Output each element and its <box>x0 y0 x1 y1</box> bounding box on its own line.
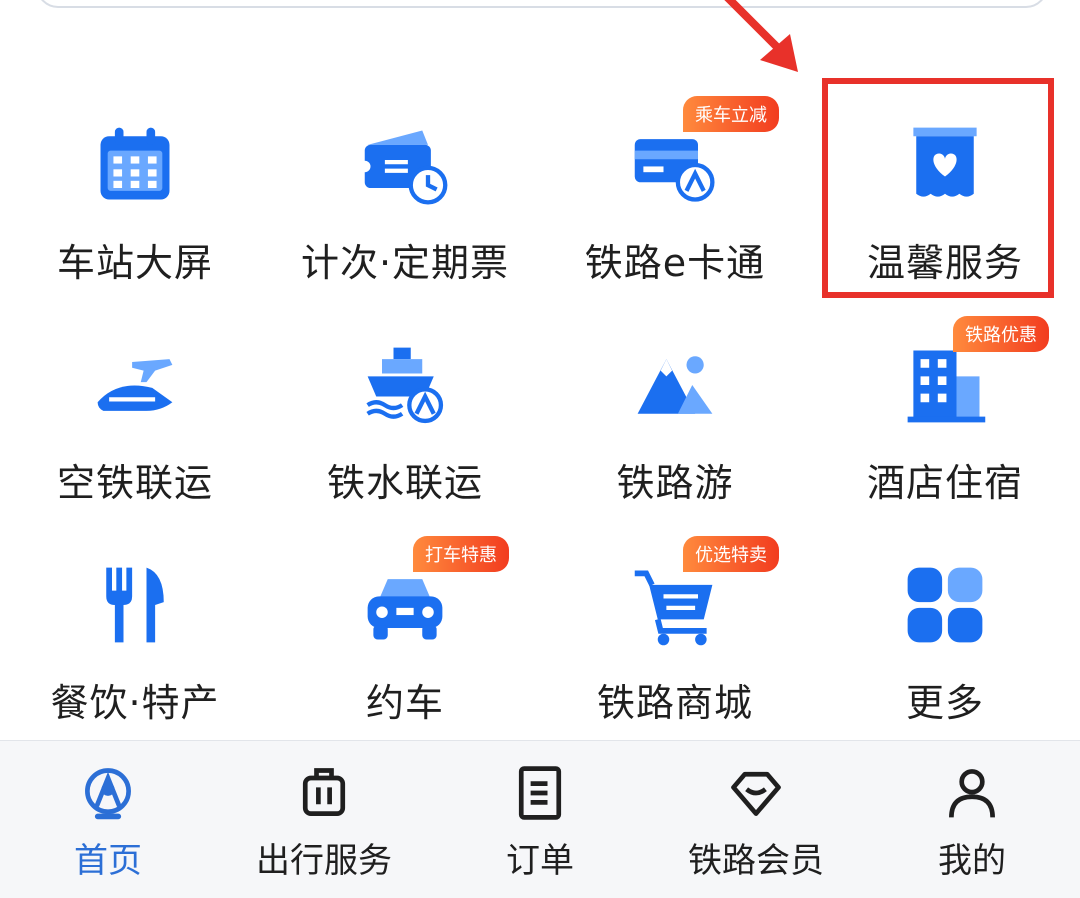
calendar-screen-icon <box>75 110 195 220</box>
tab-travel-service[interactable]: 出行服务 <box>216 763 432 893</box>
card-train-icon: 乘车立减 <box>615 96 779 220</box>
grid-item-car[interactable]: 打车特惠 约车 <box>270 536 540 760</box>
tab-label: 我的 <box>938 841 1006 881</box>
tab-label: 首页 <box>74 841 142 881</box>
grid-item-mall[interactable]: 优选特卖 铁路商城 <box>540 536 810 760</box>
tab-label: 铁路会员 <box>688 841 824 881</box>
pointer-arrow-icon <box>724 0 798 72</box>
grid-item-label: 铁路游 <box>616 461 734 505</box>
bottom-tab-bar: 首页 出行服务 订单 铁路会员 我的 <box>0 740 1080 898</box>
grid-item-label: 计次·定期票 <box>300 241 510 285</box>
highlight-frame <box>822 78 1054 298</box>
tab-label: 订单 <box>506 841 574 881</box>
more-grid-icon <box>885 550 1005 660</box>
mountain-travel-icon <box>615 330 735 440</box>
shopping-cart-icon: 优选特卖 <box>615 536 779 660</box>
grid-item-air-rail[interactable]: 空铁联运 <box>0 320 270 540</box>
diamond-member-icon <box>731 771 781 816</box>
person-icon <box>949 769 995 818</box>
promo-badge: 乘车立减 <box>683 96 779 132</box>
car-icon: 打车特惠 <box>345 536 509 660</box>
ticket-clock-icon <box>345 110 465 220</box>
ship-train-icon <box>345 330 465 440</box>
promo-badge: 优选特卖 <box>683 536 779 572</box>
grid-item-hotel[interactable]: 铁路优惠 酒店住宿 <box>810 316 1080 540</box>
tab-membership[interactable]: 铁路会员 <box>648 763 864 893</box>
grid-item-label: 空铁联运 <box>56 461 213 505</box>
grid-item-label: 铁路e卡通 <box>584 241 766 285</box>
grid-item-label: 更多 <box>905 681 984 725</box>
tab-mine[interactable]: 我的 <box>864 763 1080 893</box>
grid-item-label: 酒店住宿 <box>866 461 1023 505</box>
grid-item-label: 铁水联运 <box>326 461 483 505</box>
luggage-icon <box>302 768 346 816</box>
grid-item-count-ticket[interactable]: 计次·定期票 <box>270 100 540 320</box>
promo-badge: 打车特惠 <box>413 536 509 572</box>
grid-item-food[interactable]: 餐饮·特产 <box>0 540 270 760</box>
plane-train-icon <box>75 330 195 440</box>
grid-item-label: 约车 <box>365 681 444 725</box>
tab-orders[interactable]: 订单 <box>432 763 648 893</box>
grid-item-label: 铁路商城 <box>596 681 753 725</box>
grid-item-label: 车站大屏 <box>56 241 213 285</box>
railway-logo-icon <box>85 768 131 820</box>
tab-label: 出行服务 <box>256 841 392 881</box>
grid-item-rail-travel[interactable]: 铁路游 <box>540 320 810 540</box>
promo-badge: 铁路优惠 <box>953 316 1049 352</box>
tab-home[interactable]: 首页 <box>0 763 216 893</box>
grid-item-ecard[interactable]: 乘车立减 铁路e卡通 <box>540 96 810 320</box>
grid-item-label: 餐饮·特产 <box>50 681 220 725</box>
grid-item-rail-water[interactable]: 铁水联运 <box>270 320 540 540</box>
grid-item-station-screen[interactable]: 车站大屏 <box>0 100 270 320</box>
fork-knife-icon <box>75 550 195 660</box>
grid-item-more[interactable]: 更多 <box>810 540 1080 760</box>
order-doc-icon <box>518 766 562 820</box>
hotel-building-icon: 铁路优惠 <box>885 316 1049 440</box>
